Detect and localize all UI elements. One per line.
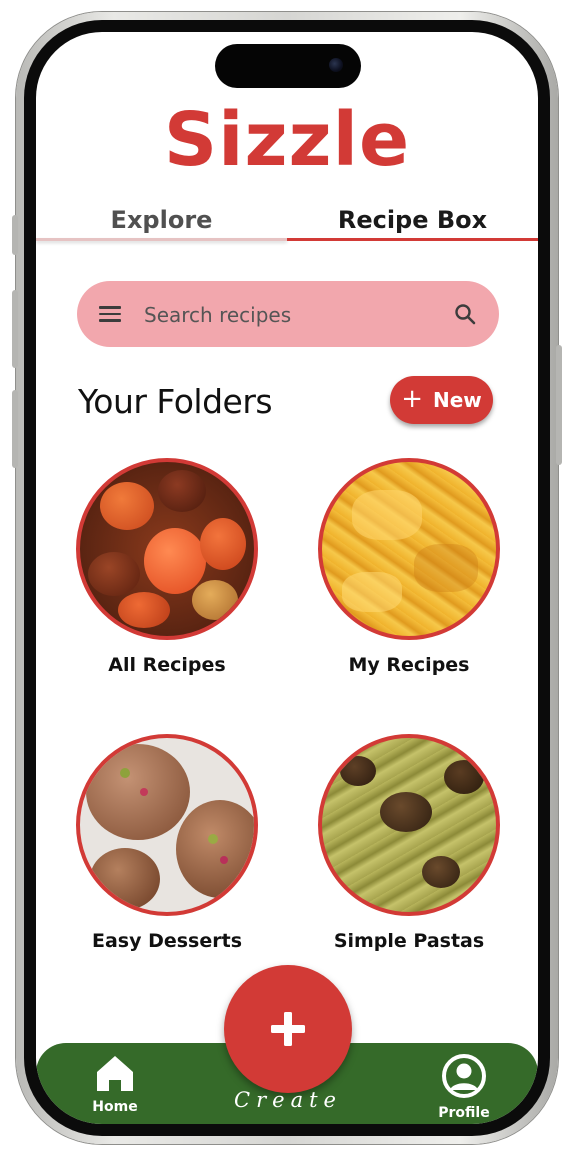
folder-label: My Recipes: [348, 654, 470, 676]
nav-home-label: Home: [92, 1099, 138, 1115]
plus-icon: +: [401, 383, 423, 414]
new-folder-button[interactable]: + New: [390, 376, 493, 424]
power-button: [556, 345, 562, 465]
search-bar: [77, 281, 499, 349]
create-button[interactable]: [224, 965, 352, 1093]
search-icon[interactable]: [453, 302, 477, 326]
tab-bar: Explore Recipe Box: [36, 200, 538, 240]
tab-recipe-box[interactable]: Recipe Box: [287, 200, 538, 240]
folder-image-all-recipes: [76, 458, 258, 640]
new-button-label: New: [433, 388, 482, 412]
folder-image-easy-desserts: [76, 734, 258, 916]
menu-icon[interactable]: [99, 306, 121, 322]
tab-divider: [36, 238, 287, 241]
nav-profile-label: Profile: [438, 1105, 490, 1121]
folder-my-recipes[interactable]: My Recipes: [314, 458, 504, 676]
tab-explore[interactable]: Explore: [36, 200, 287, 240]
folder-simple-pastas[interactable]: Simple Pastas: [314, 734, 504, 952]
plus-icon: [271, 1012, 305, 1046]
folder-easy-desserts[interactable]: Easy Desserts: [72, 734, 262, 952]
camera-icon: [329, 58, 343, 72]
volume-up-button: [12, 290, 18, 368]
folder-label: Simple Pastas: [333, 930, 485, 952]
app-screen: Sizzle Explore Recipe Box Your Folders +…: [36, 32, 538, 1124]
home-icon: [97, 1056, 133, 1091]
create-label: Create: [234, 1088, 342, 1112]
dynamic-island: [215, 44, 361, 88]
volume-down-button: [12, 390, 18, 468]
folders-heading: Your Folders: [78, 382, 273, 421]
nav-profile[interactable]: Profile: [434, 1053, 494, 1121]
active-tab-indicator: [287, 238, 538, 241]
folder-image-simple-pastas: [318, 734, 500, 916]
folder-label: All Recipes: [108, 654, 226, 676]
nav-home[interactable]: Home: [88, 1053, 142, 1115]
app-title: Sizzle: [163, 97, 411, 183]
action-button: [12, 215, 18, 255]
folder-all-recipes[interactable]: All Recipes: [72, 458, 262, 676]
profile-icon: [442, 1054, 486, 1098]
search-input[interactable]: [142, 281, 446, 349]
folder-image-my-recipes: [318, 458, 500, 640]
folder-label: Easy Desserts: [91, 930, 243, 952]
